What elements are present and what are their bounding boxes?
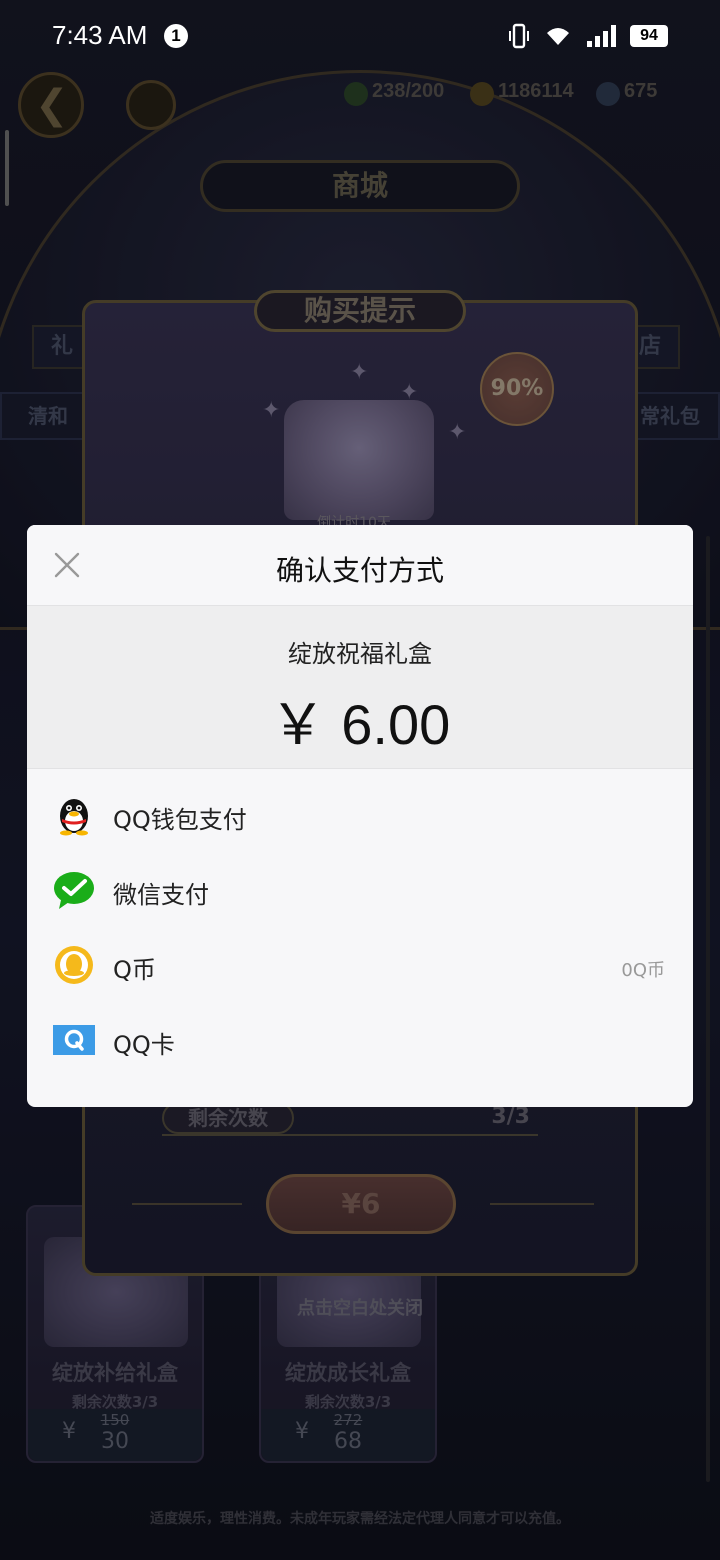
payment-method-label: QQ钱包支付 <box>113 806 247 834</box>
status-bar: 7:43 AM 1 94 <box>0 0 720 70</box>
qq-penguin-icon <box>60 799 88 836</box>
payment-method-label: QQ卡 <box>113 1031 175 1059</box>
wifi-icon <box>547 28 569 45</box>
qq-card-icon <box>53 1025 95 1055</box>
wechat-pay-icon <box>54 872 94 909</box>
payment-method-list: QQ钱包支付 微信支付 Q币 0Q币 QQ卡 <box>27 780 693 1080</box>
q-coin-balance: 0Q币 <box>621 960 665 981</box>
payment-method-qq-card[interactable]: QQ卡 <box>27 1005 693 1080</box>
payment-method-label: Q币 <box>113 956 156 984</box>
product-name: 绽放祝福礼盒 <box>288 640 432 668</box>
vibrate-icon <box>509 23 529 49</box>
payment-method-dialog: 确认支付方式 绽放祝福礼盒 ￥ 6.00 QQ钱包支付 微信支付 Q币 0Q币 … <box>27 525 693 1107</box>
payment-method-wechat[interactable]: 微信支付 <box>27 855 693 930</box>
dialog-title: 确认支付方式 <box>275 554 444 587</box>
order-summary: 绽放祝福礼盒 ￥ 6.00 <box>27 605 693 769</box>
q-coin-icon <box>55 946 93 984</box>
dialog-header: 确认支付方式 <box>27 525 693 605</box>
payment-method-qq-wallet[interactable]: QQ钱包支付 <box>27 780 693 855</box>
battery-icon: 94 <box>630 25 668 47</box>
payment-method-q-coin[interactable]: Q币 0Q币 <box>27 930 693 1005</box>
clock: 7:43 AM <box>52 20 148 50</box>
payment-method-label: 微信支付 <box>113 881 209 909</box>
payment-amount: ￥ 6.00 <box>269 693 451 756</box>
status-icons: 94 <box>508 22 668 50</box>
signal-icon <box>587 25 616 47</box>
notification-badge: 1 <box>164 24 188 48</box>
